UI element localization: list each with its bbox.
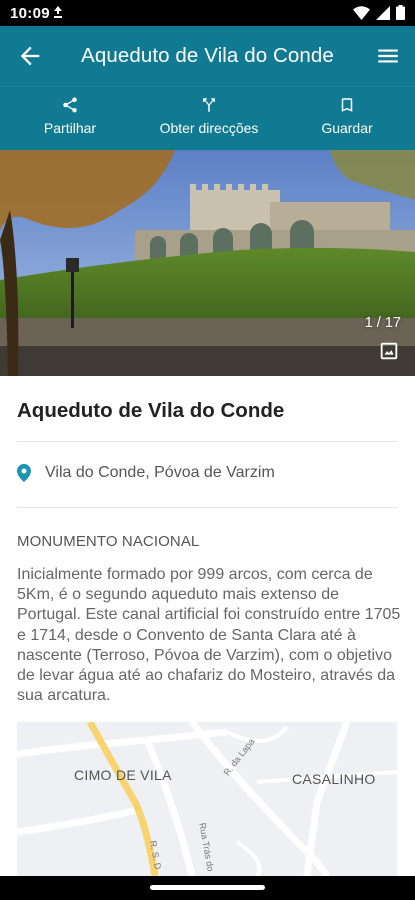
place-title: Aqueduto de Vila do Conde — [17, 399, 285, 422]
menu-button[interactable] — [375, 43, 401, 69]
app-title: Aqueduto de Vila do Conde — [81, 44, 334, 67]
directions-button[interactable]: Obter direcções — [148, 87, 270, 151]
share-icon — [63, 97, 77, 113]
status-time: 10:09 — [10, 5, 50, 22]
photo-gallery-icon[interactable] — [378, 340, 400, 367]
aqueduct-photo — [0, 150, 415, 376]
share-button[interactable]: Partilhar — [30, 87, 110, 151]
share-label: Partilhar — [43, 120, 97, 136]
hamburger-menu-icon — [378, 49, 398, 63]
save-button[interactable]: Guardar — [310, 87, 384, 151]
data-saver-icon — [53, 6, 63, 24]
bookmark-icon — [341, 98, 353, 112]
location-row[interactable]: Vila do Conde, Póvoa de Varzim — [17, 464, 275, 482]
location-pin-icon — [17, 464, 31, 482]
map-label-cimo-de-vila: CIMO DE VILA — [74, 767, 172, 783]
photo-counter: 1 / 17 — [364, 315, 401, 331]
action-bar: Partilhar Obter direcções Guardar — [0, 86, 415, 150]
photo-gallery[interactable] — [0, 150, 415, 376]
description: Inicialmente formado por 999 arcos, com … — [17, 566, 401, 705]
map-label-casalinho: CASALINHO — [292, 771, 376, 787]
status-bar: 10:09 — [0, 0, 415, 26]
location-text: Vila do Conde, Póvoa de Varzim — [45, 464, 275, 481]
category-label: MONUMENTO NACIONAL — [17, 533, 200, 550]
wifi-icon — [353, 5, 370, 25]
system-nav-bar — [0, 876, 415, 900]
signal-icon — [376, 5, 390, 25]
map-preview[interactable]: CIMO DE VILA CASALINHO R. da Lapa Rua Tr… — [17, 722, 397, 876]
directions-icon — [203, 98, 215, 112]
divider — [17, 507, 398, 508]
app-bar: Aqueduto de Vila do Conde — [0, 26, 415, 86]
battery-icon — [396, 5, 405, 25]
directions-label: Obter direcções — [159, 120, 259, 136]
home-gesture-handle[interactable] — [150, 885, 265, 890]
divider — [17, 441, 398, 442]
status-icons — [353, 5, 405, 25]
place-details: Aqueduto de Vila do Conde Vila do Conde,… — [0, 376, 415, 876]
save-label: Guardar — [321, 120, 373, 136]
